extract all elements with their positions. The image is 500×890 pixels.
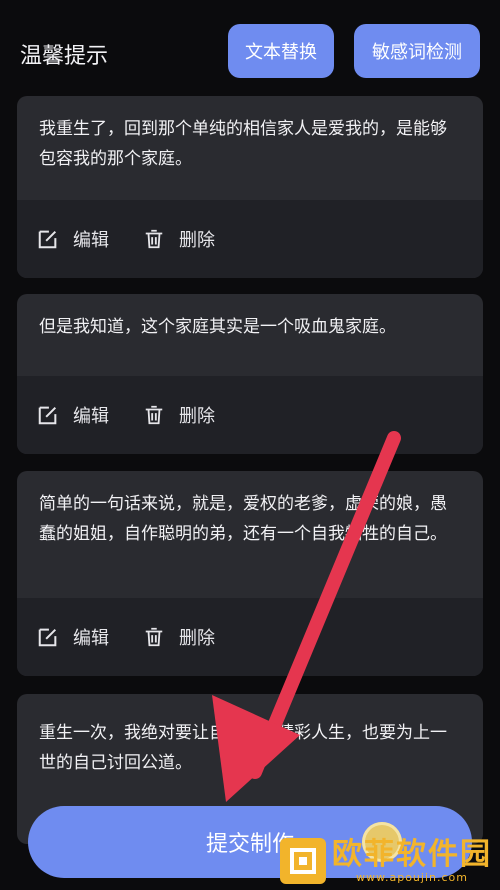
watermark-text: 欧菲软件园 bbox=[332, 836, 492, 872]
page-title: 温馨提示 bbox=[20, 44, 109, 69]
edit-label: 编辑 bbox=[73, 628, 109, 649]
trash-icon bbox=[145, 229, 163, 249]
card-actions: 编辑 删除 bbox=[17, 376, 483, 454]
watermark-url: www.apoujin.com bbox=[356, 870, 468, 884]
edit-button[interactable]: 编辑 bbox=[37, 226, 109, 252]
top-bar: 温馨提示 文本替换 敏感词检测 bbox=[0, 0, 500, 90]
sensitive-word-check-button[interactable]: 敏感词检测 bbox=[354, 24, 480, 78]
text-replace-button[interactable]: 文本替换 bbox=[228, 24, 334, 78]
delete-label: 删除 bbox=[179, 230, 215, 251]
delete-label: 删除 bbox=[179, 628, 215, 649]
card-text: 但是我知道，这个家庭其实是一个吸血鬼家庭。 bbox=[39, 317, 396, 337]
delete-button[interactable]: 删除 bbox=[143, 402, 215, 428]
edit-button[interactable]: 编辑 bbox=[37, 402, 109, 428]
delete-button[interactable]: 删除 bbox=[143, 226, 215, 252]
watermark: 欧菲软件园 www.apoujin.com bbox=[280, 838, 492, 884]
card-actions: 编辑 删除 bbox=[17, 598, 483, 676]
edit-icon bbox=[38, 406, 57, 425]
edit-icon bbox=[38, 628, 57, 647]
edit-label: 编辑 bbox=[73, 406, 109, 427]
card-actions: 编辑 删除 bbox=[17, 200, 483, 278]
text-card: 简单的一句话来说，就是，爱权的老爹，虚荣的娘，愚蠢的姐姐，自作聪明的弟，还有一个… bbox=[17, 471, 483, 676]
trash-icon bbox=[145, 405, 163, 425]
delete-button[interactable]: 删除 bbox=[143, 624, 215, 650]
text-card: 我重生了，回到那个单纯的相信家人是爱我的，是能够包容我的那个家庭。 编辑 删除 bbox=[17, 96, 483, 278]
edit-button[interactable]: 编辑 bbox=[37, 624, 109, 650]
text-card: 但是我知道，这个家庭其实是一个吸血鬼家庭。 编辑 删除 bbox=[17, 294, 483, 454]
edit-label: 编辑 bbox=[73, 230, 109, 251]
trash-icon bbox=[145, 627, 163, 647]
card-text: 我重生了，回到那个单纯的相信家人是爱我的，是能够包容我的那个家庭。 bbox=[39, 119, 447, 169]
edit-icon bbox=[38, 230, 57, 249]
watermark-logo-icon bbox=[280, 838, 326, 884]
card-text: 重生一次，我绝对要让自己活出精彩人生，也要为上一世的自己讨回公道。 bbox=[39, 723, 447, 773]
delete-label: 删除 bbox=[179, 406, 215, 427]
card-text: 简单的一句话来说，就是，爱权的老爹，虚荣的娘，愚蠢的姐姐，自作聪明的弟，还有一个… bbox=[39, 494, 447, 544]
